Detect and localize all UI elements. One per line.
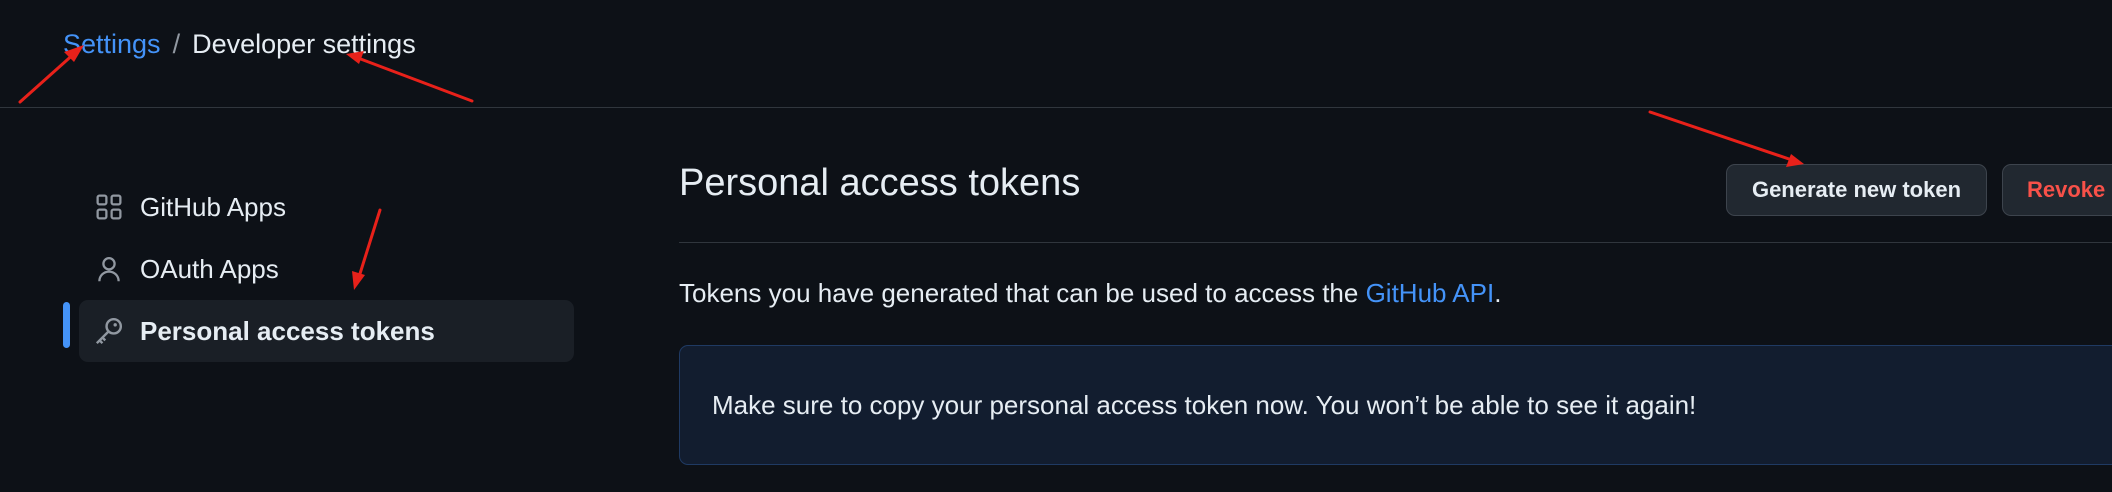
- page-title: Personal access tokens: [679, 162, 1081, 204]
- person-icon: [94, 254, 124, 284]
- key-icon: [94, 316, 124, 346]
- github-api-link[interactable]: GitHub API: [1366, 278, 1495, 308]
- sidebar: GitHub Apps OAuth Apps Personal access t…: [62, 176, 574, 362]
- copy-token-notice: Make sure to copy your personal access t…: [679, 345, 2112, 465]
- generate-new-token-button[interactable]: Generate new token: [1726, 164, 1987, 216]
- page: Settings / Developer settings GitHub App…: [0, 0, 2112, 492]
- breadcrumb-current: Developer settings: [192, 28, 416, 59]
- header-bar: Settings / Developer settings: [0, 0, 2112, 108]
- sidebar-item-label: OAuth Apps: [140, 253, 279, 284]
- sidebar-item-oauth-apps[interactable]: OAuth Apps: [62, 238, 574, 300]
- description-text: Tokens you have generated that can be us…: [679, 278, 1366, 308]
- sidebar-item-label: Personal access tokens: [140, 315, 435, 346]
- sidebar-item-personal-access-tokens[interactable]: Personal access tokens: [79, 300, 574, 362]
- tokens-description: Tokens you have generated that can be us…: [679, 278, 1501, 309]
- breadcrumb-separator: /: [172, 28, 181, 59]
- revoke-all-button[interactable]: Revoke a: [2002, 164, 2112, 216]
- sidebar-item-github-apps[interactable]: GitHub Apps: [62, 176, 574, 238]
- breadcrumb: Settings / Developer settings: [63, 26, 416, 62]
- apps-grid-icon: [94, 192, 124, 222]
- title-row: Personal access tokens Generate new toke…: [679, 150, 2112, 243]
- sidebar-item-label: GitHub Apps: [140, 191, 286, 222]
- breadcrumb-settings-link[interactable]: Settings: [63, 29, 161, 60]
- notice-text: Make sure to copy your personal access t…: [712, 389, 1697, 420]
- description-period: .: [1494, 278, 1502, 308]
- main-content: Personal access tokens Generate new toke…: [679, 150, 2112, 465]
